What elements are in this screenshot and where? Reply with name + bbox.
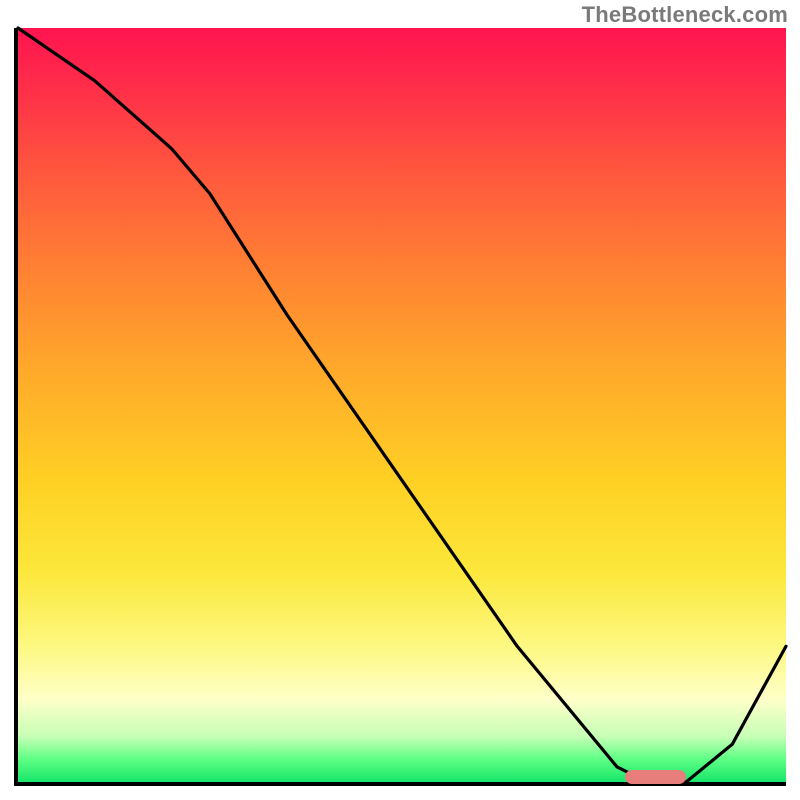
watermark-text: TheBottleneck.com xyxy=(582,2,788,28)
bottleneck-curve xyxy=(18,28,786,782)
minimum-marker-pill xyxy=(625,770,686,784)
curve-path xyxy=(18,28,786,782)
chart-container: TheBottleneck.com xyxy=(0,0,800,800)
